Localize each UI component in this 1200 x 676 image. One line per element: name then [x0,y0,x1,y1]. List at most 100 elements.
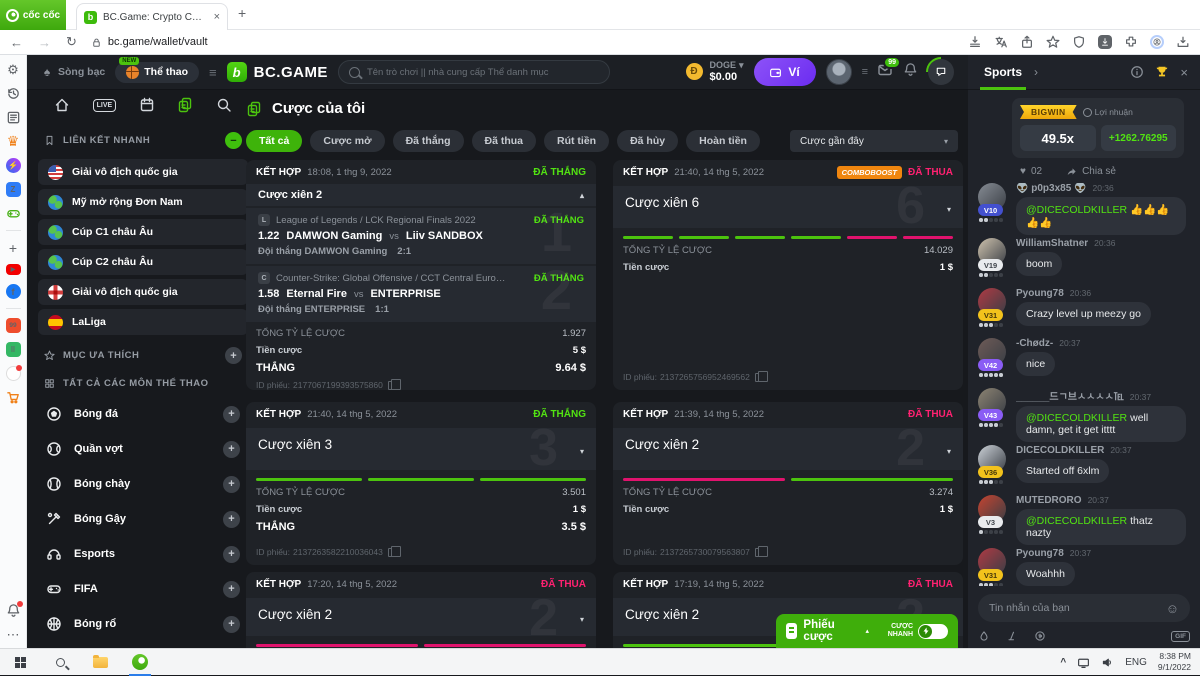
inbox-button[interactable]: 99 [877,55,901,83]
expand-icon[interactable]: ▾ [947,447,951,456]
mention[interactable]: @DICECOLDKILLER [1026,515,1127,527]
copy-icon[interactable] [387,378,401,390]
balance-selector[interactable]: Ð DOGE ▾ $0.00 [685,60,744,83]
bet-title-bar[interactable]: Cược xiên 2 2 ▾ [613,422,963,474]
bet-card[interactable]: KẾT HỢP 18:08, 1 thg 9, 2022 ĐÃ THẮNG Cư… [246,160,596,390]
wallet-button[interactable]: Ví [753,58,816,86]
taskbar-clock[interactable]: 8:38 PM 9/1/2022 [1158,651,1191,672]
user-avatar[interactable] [825,59,852,85]
filter-pill[interactable]: Cược mở [310,130,385,152]
history-icon[interactable] [6,86,21,101]
expand-icon[interactable]: ▾ [580,615,584,624]
coccoc-taskbar-icon[interactable] [120,649,160,676]
sidebar-sport-item[interactable]: Quần vợt + [38,434,248,464]
browser-tab[interactable]: b BC.Game: Crypto Casino Gam × [76,3,228,30]
settings-gear-icon[interactable]: ⚙ [6,62,21,77]
newsfeed-icon[interactable] [6,110,21,125]
game-search-input[interactable]: Tên trò chơi || nhà cung cấp Thể danh mụ… [337,60,610,84]
username[interactable]: DICECOLDKILLER [1016,445,1104,456]
chat-toggle-button[interactable] [928,59,954,85]
home-icon[interactable] [54,97,70,113]
quick-link-item[interactable]: Giải vô địch quốc gia [38,159,248,185]
bcgame-logo[interactable]: b BC.GAME [226,62,328,82]
sidebar-sport-item[interactable]: FIFA + [38,574,248,604]
quick-link-item[interactable]: Cúp C2 châu Âu [38,249,248,275]
sports-mode-button[interactable]: NEW Thể thao [115,56,200,83]
sidebar-sport-item[interactable]: Bóng rổ + [38,609,248,639]
sort-dropdown[interactable]: Cược gần đây ▾ [790,130,958,152]
username[interactable]: Pyoung78 [1016,548,1064,559]
bigwin-share-card[interactable]: BIGWIN Lợi nhuận 49.5x +1262.76295 [1012,98,1184,158]
my-bets-icon[interactable] [177,97,193,113]
start-button[interactable] [0,649,40,676]
quick-bet-toggle[interactable] [918,623,948,639]
back-icon[interactable]: ← [10,35,23,50]
sidebar-sport-item[interactable]: Esports + [38,539,248,569]
close-chat-icon[interactable]: × [1180,65,1188,80]
notifications-button[interactable] [903,62,918,82]
sidebar-sport-item[interactable]: Bóng đá + [38,399,248,429]
filter-pill[interactable]: Tất cả [246,130,303,152]
copy-icon[interactable] [387,545,401,557]
new-tab-button[interactable]: + [238,5,246,21]
chat-message-input[interactable]: Tin nhắn của bạn ☺ [978,594,1190,622]
share-button[interactable]: Chia sẻ [1066,166,1116,177]
trophy-icon[interactable] [1155,65,1169,79]
username[interactable]: -Chødz- [1016,338,1053,349]
bet-title-bar[interactable]: Cược xiên 6 6 ▾ [613,180,963,232]
quick-link-item[interactable]: Mỹ mở rộng Đơn Nam [38,189,248,215]
username[interactable]: MUTEDRORO [1016,495,1082,506]
bet-card[interactable]: KẾT HỢP 21:40, 14 thg 5, 2022 COMBOBOOST… [613,160,963,390]
rain-icon[interactable] [978,630,990,642]
bet-card[interactable]: KẾT HỢP 21:40, 14 thg 5, 2022 ĐÃ THẮNG C… [246,402,596,565]
username[interactable]: WilliamShatner [1016,238,1088,249]
downloads-tray-icon[interactable] [1176,35,1190,49]
bet-card[interactable]: KẾT HỢP 21:39, 14 thg 5, 2022 ĐÃ THUA Cư… [613,402,963,565]
volume-icon[interactable] [1101,656,1114,669]
username[interactable]: 👽 p0p3x85 👽 [1016,183,1086,194]
reload-icon[interactable]: ↻ [66,34,77,50]
url-field[interactable]: bc.game/wallet/vault [91,36,208,48]
expand-icon[interactable]: ▾ [947,205,951,214]
coccoc-menu-button[interactable]: cốc cốc [0,0,66,30]
copy-icon[interactable] [754,370,768,382]
messenger-icon[interactable]: ⚡ [5,158,21,173]
filter-pill[interactable]: Đã thắng [392,130,464,152]
extensions-puzzle-icon[interactable] [1124,35,1138,49]
file-explorer-icon[interactable] [80,649,120,676]
profile-menu-icon[interactable]: ≡ [862,66,869,78]
tray-expand-icon[interactable]: ^ [1060,657,1066,668]
chevron-right-icon[interactable]: › [1034,65,1038,79]
share-icon[interactable] [1020,35,1034,49]
zalo-icon[interactable]: Z [5,182,21,197]
tab-close-icon[interactable]: × [214,11,220,23]
chat-rules-info-icon[interactable] [1130,65,1144,79]
notification-bell-icon[interactable] [6,601,23,618]
filter-pill[interactable]: Hoàn tiền [686,130,760,152]
filter-pill[interactable]: Đã hủy [617,130,679,152]
tip-coin-icon[interactable] [1034,630,1046,642]
store-app-icon[interactable]: ⠿ [5,342,21,357]
mention[interactable]: @DICECOLDKILLER [1026,412,1127,424]
commands-icon[interactable] [1006,630,1018,642]
username[interactable]: ______드ㄱ브ㅅㅅㅅㅅ℡ [1016,388,1124,403]
language-indicator[interactable]: ENG [1125,657,1147,668]
chat-tab-sports[interactable]: Sports [980,55,1027,90]
filter-pill[interactable]: Đã thua [471,130,537,152]
more-icon[interactable]: ⋯ [6,627,21,642]
bet-title-bar[interactable]: Cược xiên 2 ▴ [246,184,596,206]
copy-icon[interactable] [754,545,768,557]
gif-button[interactable]: GIF [1171,630,1190,642]
casino-mode-button[interactable]: ♠ Sòng bạc [41,65,105,79]
bet-title-bar[interactable]: Cược xiên 2 2 ▾ [246,592,596,644]
add-shortcut-icon[interactable]: + [6,240,21,256]
sidebar-sport-item[interactable]: Bóng chày + [38,469,248,499]
collapse-icon[interactable]: ▴ [580,191,584,200]
games-gamepad-icon[interactable] [6,206,21,221]
bet-card[interactable]: KẾT HỢP 17:20, 14 thg 5, 2022 ĐÃ THUA Cư… [246,572,596,648]
pingpong-app-icon[interactable] [5,365,22,381]
download-active-icon[interactable] [1098,35,1112,49]
emoji-icon[interactable]: ☺ [1166,601,1179,616]
profile-icon[interactable] [1150,35,1164,49]
betslip-panel[interactable]: Phiếu cược ▴ CƯỢC NHANH [776,614,958,648]
